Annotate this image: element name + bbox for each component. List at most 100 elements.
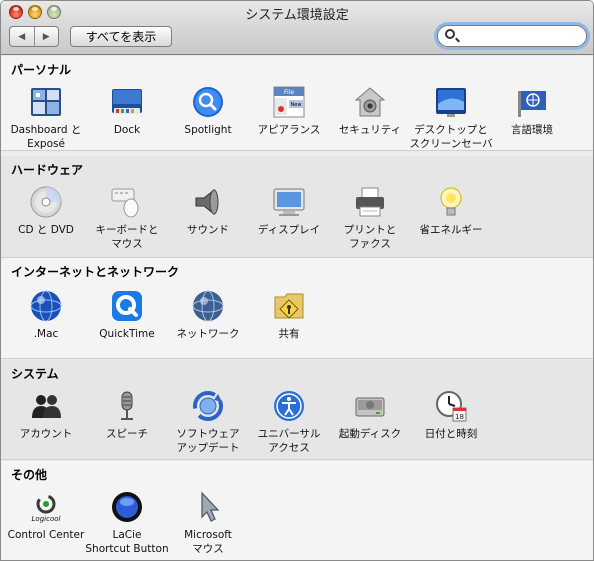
pane-label: Spotlight (184, 124, 232, 136)
search-icon (445, 29, 455, 39)
keyboard-mouse-icon (111, 186, 143, 218)
pane-label: プリントと ファクス (343, 224, 397, 250)
section-personal: パーソナル Dashboard と Exposé Dock Spotlight … (1, 56, 593, 151)
pane-universal-access[interactable]: ユニバーサル アクセス (247, 390, 331, 455)
pane-speech[interactable]: スピーチ (85, 390, 169, 441)
show-all-button[interactable]: すべてを表示 (70, 26, 172, 47)
section-other: その他 Logicool Control Center LaCie Shortc… (1, 461, 593, 560)
pane-date-time[interactable]: 18 日付と時刻 (409, 390, 493, 441)
pane-label: ネットワーク (176, 328, 240, 340)
pane-label: 起動ディスク (338, 428, 402, 440)
sharing-folder-icon (273, 290, 305, 322)
display-icon (273, 186, 305, 218)
pane-software-update[interactable]: ソフトウェア アップデート (166, 390, 250, 455)
section-system: システム アカウント スピーチ ソフトウェア アップデート ユニバーサル アクセ… (1, 360, 593, 460)
svg-text:File: File (284, 89, 294, 96)
software-update-icon (192, 390, 224, 422)
svg-text:New: New (291, 102, 302, 108)
spotlight-icon (192, 86, 224, 118)
pane-sound[interactable]: サウンド (166, 186, 250, 237)
pane-network[interactable]: ネットワーク (166, 290, 250, 341)
back-button[interactable]: ◀ (10, 27, 34, 46)
section-title-system: システム (11, 367, 59, 381)
pane-label: Microsoft マウス (184, 529, 232, 555)
window-title: システム環境設定 (245, 8, 349, 23)
forward-button[interactable]: ▶ (33, 27, 59, 46)
speaker-icon (192, 186, 224, 218)
pane-lacie-shortcut-button[interactable]: LaCie Shortcut Button (85, 491, 169, 556)
quicktime-icon (111, 290, 143, 322)
section-title-hardware: ハードウェア (11, 163, 84, 177)
security-house-icon (354, 86, 386, 118)
section-internet-network: インターネットとネットワーク .Mac QuickTime ネットワーク 共有 (1, 258, 593, 359)
pane-print-fax[interactable]: プリントと ファクス (328, 186, 412, 251)
pane-label: ユニバーサル アクセス (257, 428, 321, 454)
printer-icon (354, 186, 386, 218)
section-title-personal: パーソナル (11, 63, 72, 77)
pane-label: ソフトウェア アップデート (176, 428, 240, 454)
microsoft-mouse-icon (192, 491, 224, 523)
pane-label: Dashboard と Exposé (10, 124, 82, 150)
universal-access-icon (273, 390, 305, 422)
pane-label: アピアランス (257, 124, 321, 136)
startup-disk-icon (354, 390, 386, 422)
pane-label: LaCie Shortcut Button (85, 529, 169, 555)
lacie-button-icon (111, 491, 143, 523)
dotmac-globe-icon (30, 290, 62, 322)
dashboard-expose-icon (30, 86, 62, 118)
pane-display[interactable]: ディスプレイ (247, 186, 331, 237)
lightbulb-icon (435, 186, 467, 218)
pane-label: CD と DVD (18, 224, 74, 236)
pane-energy-saver[interactable]: 省エネルギー (409, 186, 493, 237)
pane-spotlight[interactable]: Spotlight (166, 86, 250, 137)
pane-label: スピーチ (106, 428, 148, 440)
microphone-icon (111, 390, 143, 422)
date-time-clock-icon: 18 (435, 390, 467, 422)
pane-startup-disk[interactable]: 起動ディスク (328, 390, 412, 441)
pane-label: デスクトップと スクリーンセーバ (409, 124, 493, 150)
pane-label: キーボードと マウス (95, 224, 159, 250)
pane-dotmac[interactable]: .Mac (4, 290, 88, 341)
section-hardware: ハードウェア CD と DVD キーボードと マウス サウンド ディスプレイ プ… (1, 156, 593, 258)
cd-dvd-icon (30, 186, 62, 218)
network-globe-icon (192, 290, 224, 322)
pane-dock[interactable]: Dock (85, 86, 169, 137)
accounts-icon (30, 390, 62, 422)
section-title-other: その他 (11, 468, 48, 482)
pane-label: .Mac (33, 328, 59, 340)
pane-microsoft-mouse[interactable]: Microsoft マウス (166, 491, 250, 556)
section-title-internet-network: インターネットとネットワーク (11, 265, 180, 279)
pane-label: 日付と時刻 (424, 428, 478, 440)
pane-label: QuickTime (99, 328, 155, 340)
international-flag-icon (516, 86, 548, 118)
pane-label: 言語環境 (511, 124, 553, 136)
appearance-icon: File New (273, 86, 305, 118)
system-preferences-window: システム環境設定 ◀ ▶ すべてを表示 パーソナル Dashboard と Ex… (0, 0, 594, 561)
pane-international[interactable]: 言語環境 (490, 86, 574, 137)
pane-label: セキュリティ (338, 124, 402, 136)
search-field[interactable] (437, 25, 587, 47)
pane-sharing[interactable]: 共有 (247, 290, 331, 341)
pane-keyboard-mouse[interactable]: キーボードと マウス (85, 186, 169, 251)
back-forward-control: ◀ ▶ (9, 26, 59, 47)
dock-icon (111, 86, 143, 118)
pane-quicktime[interactable]: QuickTime (85, 290, 169, 341)
desktop-screensaver-icon (435, 86, 467, 118)
logicool-icon: Logicool (30, 491, 62, 523)
pane-accounts[interactable]: アカウント (4, 390, 88, 441)
pane-appearance[interactable]: File New アピアランス (247, 86, 331, 137)
pane-label: アカウント (19, 428, 73, 440)
pane-label: Dock (113, 124, 141, 136)
pane-control-center[interactable]: Logicool Control Center (4, 491, 88, 542)
pane-label: 省エネルギー (419, 224, 483, 236)
pane-desktop-screensaver[interactable]: デスクトップと スクリーンセーバ (409, 86, 493, 151)
pane-label: ディスプレイ (257, 224, 321, 236)
logicool-logo-text: Logicool (32, 515, 61, 523)
pane-cd-dvd[interactable]: CD と DVD (4, 186, 88, 237)
title-bar: システム環境設定 ◀ ▶ すべてを表示 (1, 1, 593, 55)
pane-security[interactable]: セキュリティ (328, 86, 412, 137)
pane-label: 共有 (278, 328, 300, 340)
svg-text:18: 18 (455, 413, 464, 421)
pane-label: Control Center (7, 529, 85, 541)
pane-dashboard-expose[interactable]: Dashboard と Exposé (4, 86, 88, 151)
